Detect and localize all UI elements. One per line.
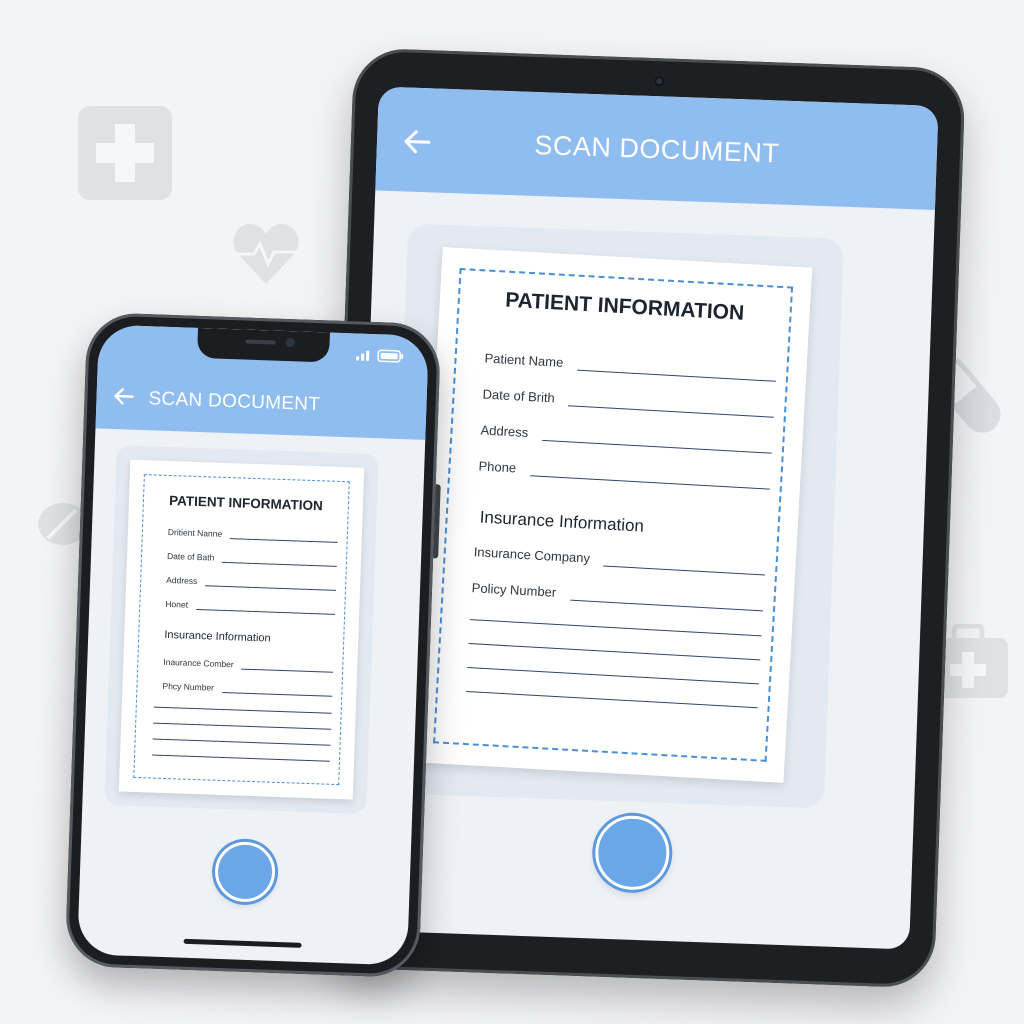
phone-app-bar: SCAN DOCUMENT [95, 324, 429, 440]
field-label: Address [480, 422, 529, 441]
field-label: Address [166, 574, 198, 587]
page-title: SCAN DOCUMENT [148, 388, 321, 416]
field-label: Phcy Number [162, 680, 215, 693]
battery-icon [377, 349, 404, 363]
field-label: Phone [478, 458, 517, 476]
tablet-app-bar: SCAN DOCUMENT [375, 86, 939, 210]
scanned-document: PATIENT INFORMATION Patient Name Date of… [413, 246, 813, 783]
field-label: Date of Bath [166, 550, 215, 563]
field-label: Dritient Nanne [167, 526, 223, 539]
phone-device: SCAN DOCUMENT PATIENT INFORMATION Dritie… [64, 312, 442, 978]
capture-button[interactable] [594, 814, 671, 892]
medical-cross-icon [78, 106, 172, 200]
heart-pulse-icon [233, 224, 299, 284]
phone-screen: SCAN DOCUMENT PATIENT INFORMATION Dritie… [77, 324, 429, 966]
signal-icon [355, 350, 370, 361]
scanned-document: PATIENT INFORMATION Dritient Nanne Date … [118, 459, 365, 800]
scan-viewfinder: PATIENT INFORMATION Patient Name Date of… [388, 223, 844, 809]
arrow-left-icon[interactable] [110, 383, 137, 410]
tablet-camera [654, 76, 665, 87]
status-icons [355, 349, 404, 363]
capture-button[interactable] [214, 840, 277, 903]
phone-notch [196, 327, 330, 363]
field-label: Honet [165, 598, 189, 610]
home-indicator [183, 938, 302, 948]
scan-viewfinder: PATIENT INFORMATION Dritient Nanne Date … [104, 445, 379, 815]
page-title: SCAN DOCUMENT [533, 129, 780, 169]
